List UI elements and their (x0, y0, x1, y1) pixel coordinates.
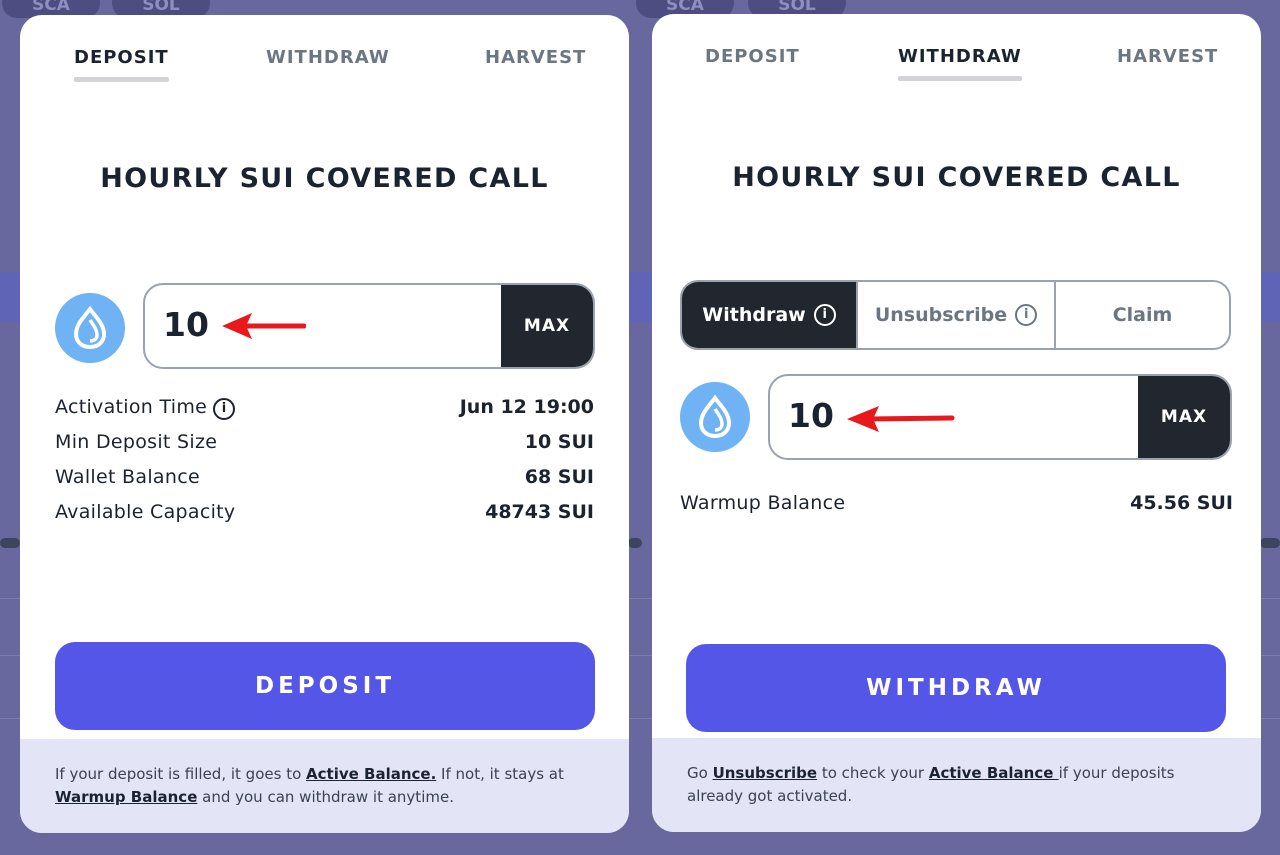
active-balance-link[interactable]: Active Balance (929, 764, 1059, 782)
info-value: 10 SUI (524, 431, 594, 453)
info-row-min-deposit: Min Deposit Size 10 SUI (55, 431, 594, 459)
footer-text: If not, it stays at (436, 765, 564, 783)
info-icon[interactable]: i (1015, 304, 1038, 326)
sui-drop-icon (680, 382, 750, 452)
red-arrow-annotation (222, 313, 306, 339)
footer-text: and you can withdraw it anytime. (197, 788, 454, 806)
tab-bar: DEPOSIT WITHDRAW HARVEST (652, 46, 1261, 86)
tab-bar: DEPOSIT WITHDRAW HARVEST (20, 47, 629, 87)
info-icon[interactable]: i (813, 304, 836, 326)
bg-progress (628, 538, 642, 548)
segment-unsubscribe[interactable]: Unsubscribe i (858, 282, 1056, 348)
info-row-activation-time: Activation Time i Jun 12 19:00 (55, 396, 594, 424)
info-label: Min Deposit Size (55, 431, 218, 453)
info-icon[interactable]: i (213, 398, 236, 420)
info-label: Warmup Balance (680, 492, 846, 514)
segment-claim[interactable]: Claim (1056, 282, 1229, 348)
segment-label: Unsubscribe (874, 304, 1008, 326)
deposit-button[interactable]: DEPOSIT (55, 642, 595, 730)
amount-value[interactable]: 10 (788, 396, 834, 435)
info-value: 68 SUI (524, 466, 594, 488)
tab-withdraw[interactable]: WITHDRAW (898, 46, 1022, 81)
withdraw-footer-note: Go Unsubscribe to check your Active Bala… (652, 738, 1261, 832)
info-label: Wallet Balance (55, 466, 200, 488)
red-arrow-annotation (847, 406, 955, 432)
segment-label: Claim (1112, 304, 1173, 326)
info-value: 48743 SUI (485, 501, 594, 523)
withdraw-modal: DEPOSIT WITHDRAW HARVEST HOURLY SUI COVE… (652, 14, 1261, 832)
info-value: 45.56 SUI (1130, 492, 1233, 514)
amount-input[interactable]: 10 MAX (768, 374, 1232, 460)
vault-title: HOURLY SUI COVERED CALL (732, 162, 1181, 193)
footer-text: Go (687, 764, 713, 782)
tab-withdraw[interactable]: WITHDRAW (266, 47, 390, 68)
vault-title: HOURLY SUI COVERED CALL (100, 163, 549, 194)
segment-label: Withdraw (702, 304, 806, 326)
active-balance-link[interactable]: Active Balance. (306, 765, 436, 783)
footer-text: If your deposit is filled, it goes to (55, 765, 307, 783)
footer-text: to check your (817, 764, 929, 782)
tab-harvest[interactable]: HARVEST (485, 47, 586, 68)
withdraw-button[interactable]: WITHDRAW (686, 644, 1226, 732)
unsubscribe-link[interactable]: Unsubscribe (713, 764, 817, 782)
segment-withdraw[interactable]: Withdraw i (682, 282, 858, 348)
tab-deposit[interactable]: DEPOSIT (74, 47, 169, 82)
deposit-footer-note: If your deposit is filled, it goes to Ac… (20, 739, 629, 833)
bg-progress (0, 538, 20, 548)
sui-drop-icon (55, 293, 125, 363)
sui-drop-icon (73, 306, 107, 350)
info-row-wallet-balance: Wallet Balance 68 SUI (55, 466, 594, 494)
warmup-balance-link[interactable]: Warmup Balance (55, 788, 197, 806)
bg-progress (1260, 538, 1280, 548)
info-row-warmup-balance: Warmup Balance 45.56 SUI (680, 492, 1233, 520)
tab-deposit[interactable]: DEPOSIT (705, 46, 800, 67)
tab-harvest[interactable]: HARVEST (1117, 46, 1218, 67)
info-label: Activation Time (55, 396, 208, 418)
info-row-available-capacity: Available Capacity 48743 SUI (55, 501, 594, 529)
withdraw-mode-segmented-control: Withdraw i Unsubscribe i Claim (680, 280, 1231, 350)
amount-value[interactable]: 10 (163, 305, 209, 344)
sui-drop-icon (698, 395, 732, 439)
info-value: Jun 12 19:00 (459, 396, 594, 418)
max-button[interactable]: MAX (501, 285, 593, 367)
info-label: Available Capacity (55, 501, 236, 523)
amount-input[interactable]: 10 MAX (143, 283, 595, 369)
max-button[interactable]: MAX (1138, 376, 1230, 458)
deposit-modal: DEPOSIT WITHDRAW HARVEST HOURLY SUI COVE… (20, 15, 629, 833)
